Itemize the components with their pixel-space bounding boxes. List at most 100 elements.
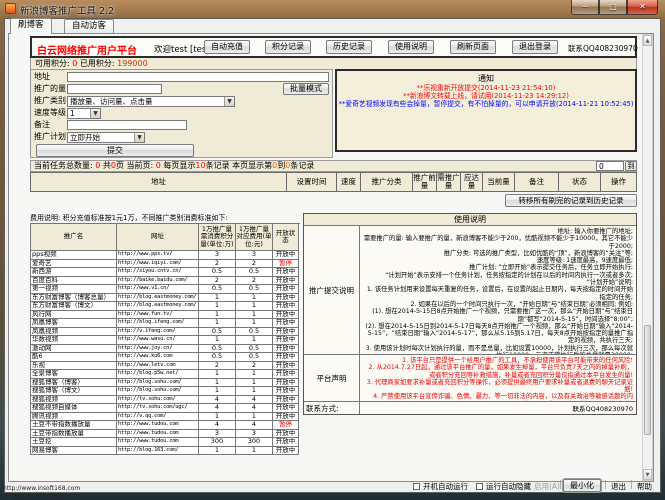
page-number-input[interactable]: 0 — [596, 161, 624, 171]
autohide-label: 运行自动隐藏 — [486, 481, 531, 492]
col-points-cost: 1万推广量需消费积分量(单位:万) — [199, 224, 236, 251]
fee-cell: 0.5 — [236, 285, 273, 294]
promo-plan-select[interactable]: 立即开始 ▼ — [67, 132, 145, 143]
app-window: 新浪博客推广工具 2.2 ─ □ ✕ 刷博客 自动访客 白云网络推广用户平台 欢… — [0, 0, 665, 500]
scrollbar-up-icon[interactable]: ▲ — [643, 35, 652, 46]
transfer-history-button[interactable]: 转移所有刷完的记录到历史记录 — [505, 194, 637, 207]
col-address: 地址 — [30, 172, 287, 192]
table-row: 土豆不带指数播放量 http://www.tudou.com 4 4 暂停 — [31, 421, 300, 430]
submit-button[interactable]: 提交 — [36, 144, 194, 157]
site-url-cell: http://www.iqiyi.com/ — [117, 260, 199, 269]
col-status: 状态 — [559, 172, 601, 192]
promo-name-cell: 乐视 — [31, 362, 117, 371]
exit-button[interactable]: 退出 — [611, 481, 626, 492]
autorun-checkbox[interactable] — [413, 483, 420, 490]
fee-cell: 1 — [236, 387, 273, 396]
separator: | — [559, 480, 562, 490]
category-label: 推广类别 — [34, 95, 66, 107]
points-cell: 0.5 — [199, 328, 236, 337]
site-url-cell: http://www.v1.cn/ — [117, 285, 199, 294]
platform-statement-label: 平台声明 — [304, 355, 360, 401]
batch-mode-button[interactable]: 批量模式 — [283, 83, 329, 95]
window-maximize-icon[interactable]: □ — [599, 0, 627, 15]
col-speed: 速度 — [337, 172, 361, 192]
task-summary-segment: 共 — [100, 161, 111, 170]
promo-name-cell: 土豆不带指数播放量 — [31, 421, 117, 430]
points-record-button[interactable]: 积分记录 — [265, 40, 311, 54]
points-cell: 2 — [199, 260, 236, 269]
fee-cell: 1 — [236, 311, 273, 320]
speed-level-select[interactable]: 1 ▼ — [67, 108, 101, 119]
promo-submit-help-text: 地址: 输入你要推广的地址;需要推广的量: 输入要推广的量，新浪博客不能少于20… — [360, 226, 636, 354]
site-url-cell: http://www.tudou.com — [117, 438, 199, 447]
fee-cell: 1 — [236, 370, 273, 379]
separator: | — [630, 480, 633, 490]
help-line: (1). 想在2014-5-15日8点开始推广一个视频，只需要推广这一次，那么“… — [363, 308, 633, 323]
status-badge: 暂停 — [273, 260, 299, 269]
usage-help-button[interactable]: 使用说明 — [388, 40, 434, 54]
status-badge: 开放中 — [273, 302, 299, 311]
points-cell: 0.5 — [199, 345, 236, 354]
help-line: “计划开始”表示安排一个任务计划，任务按指定的计划在以后的时间内执行一次或者多次… — [363, 272, 633, 279]
promo-category-select[interactable]: 播放量、访问量、点击量 ▼ — [67, 96, 235, 107]
table-row: 全景博客 http://blog.p5w.net/ 1 1 开放中 — [31, 370, 300, 379]
promo-amount-input[interactable] — [67, 84, 162, 94]
plan-label: 推广计划 — [34, 131, 66, 143]
points-cell: 1 — [199, 319, 236, 328]
note-input[interactable] — [67, 120, 187, 130]
autohide-checkbox[interactable] — [476, 483, 483, 490]
col-open-status: 开放状态 — [273, 224, 299, 251]
help-line: 3. 使用该计划时每次计划执行的量，而不是总量，比如设置10000，计划执行三次… — [363, 345, 633, 354]
site-url-cell: http://blog.eastmoney.com/ — [117, 294, 199, 303]
refresh-page-button[interactable]: 刷新页面 — [450, 40, 496, 54]
col-pre-amount: 推广前量 — [413, 172, 437, 192]
status-badge: 开放中 — [273, 438, 299, 447]
table-row: 华数视频 http://www.wasu.cn/ 1 1 开放中 — [31, 336, 300, 345]
platform-title: 白云网络推广用户平台 — [37, 42, 137, 57]
table-row: 酷6 http://www.ku6.com 0.5 0.5 开放中 — [31, 353, 300, 362]
promo-name-cell: 凤凰博客 — [31, 319, 117, 328]
points-cell: 2 — [199, 362, 236, 371]
fee-cell: 1 — [236, 447, 273, 456]
logout-button[interactable]: 退出登录 — [512, 40, 558, 54]
points-cell: 4 — [199, 396, 236, 405]
points-segment: 199000 — [117, 59, 148, 68]
promo-name-cell: 新西游 — [31, 268, 117, 277]
autorun-label: 开机自动运行 — [423, 481, 468, 492]
site-url-cell: http://blog.163.com/ — [117, 447, 199, 456]
contact-label: 联系方式: — [304, 402, 360, 414]
vertical-scrollbar[interactable]: ▲ ▼ — [642, 34, 653, 481]
chevron-down-icon: ▼ — [134, 133, 144, 142]
contact-value-cell: 联系QQ408230970 — [360, 402, 636, 414]
window-minimize-icon[interactable]: ─ — [571, 0, 599, 15]
task-summary-bar: 当前任务总数量: 0 共0页 当前页: 0 每页显示10条记录 本页显示第0到0… — [30, 160, 637, 172]
platform-line: 3. 代理商家如要求补量或者充回积分等操作，必须提供最终用户要求补量或者退费的聊… — [363, 379, 633, 394]
tab-refresh-blog[interactable]: 刷博客 — [10, 18, 52, 34]
history-record-button[interactable]: 历史记录 — [326, 40, 372, 54]
fee-cell: 4 — [236, 396, 273, 405]
site-url-cell: http://v.ifeng.com/ — [117, 328, 199, 337]
points-cell: 1 — [199, 413, 236, 422]
chevron-down-icon: ▼ — [224, 97, 234, 106]
fee-cell: 0.5 — [236, 268, 273, 277]
address-input[interactable] — [67, 72, 329, 82]
help-button[interactable]: 帮助 — [637, 481, 652, 492]
tab-auto-visitor[interactable]: 自动访客 — [64, 19, 114, 33]
table-row: 土豆带指数播放量 http://www.tudou.com 3 3 开放中 — [31, 430, 300, 439]
points-cell: 0.5 — [199, 285, 236, 294]
fee-cell: 300 — [236, 438, 273, 447]
help-line: 推广计划: “立即开始”表示提交任务后，任务立即开始执行; — [363, 264, 633, 271]
table-row: 东方财富博客（博客总量） http://blog.eastmoney.com/ … — [31, 294, 300, 303]
auto-recharge-button[interactable]: 自动充值 — [204, 40, 250, 54]
window-title: 新浪博客推广工具 2.2 — [20, 3, 114, 17]
table-row: 乐视 http://www.letv.com 2 2 开放中 — [31, 362, 300, 371]
minimize-app-button[interactable]: 最小化 — [563, 479, 601, 492]
promo-category-value: 播放量、访问量、点击量 — [70, 97, 153, 106]
scrollbar-down-icon[interactable]: ▼ — [643, 469, 652, 480]
window-close-icon[interactable]: ✕ — [627, 0, 658, 15]
points-cell: 3 — [199, 430, 236, 439]
points-cell: 1 — [199, 447, 236, 456]
speed-level-value: 1 — [70, 109, 75, 118]
goto-page-button[interactable]: 到 — [625, 161, 637, 171]
scrollbar-thumb[interactable] — [644, 325, 651, 435]
